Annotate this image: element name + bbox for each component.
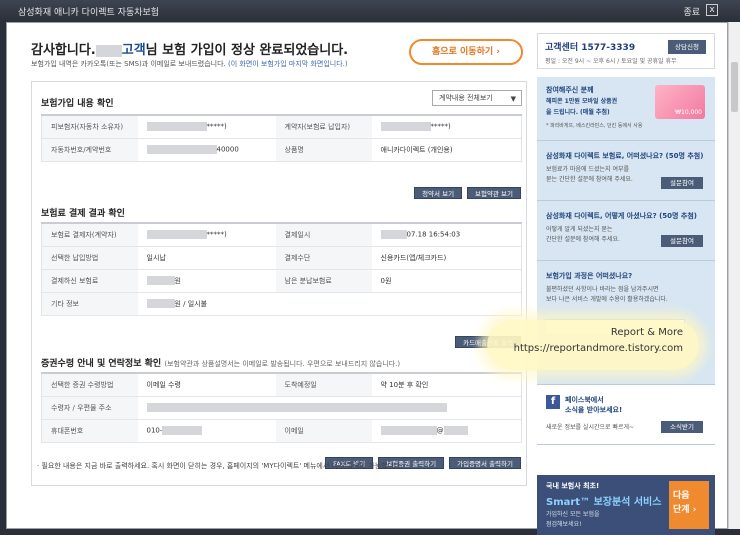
table-row: 피보험자(자동차 소유자) *****) 계약자(보험료 납입자) *****) — [41, 115, 522, 139]
facebook-icon: f — [546, 395, 560, 409]
window-title: 삼성화재 애니카 다이렉트 자동차보험 — [18, 8, 160, 18]
promo-card-gift[interactable]: 참여해주신 분께 해피콘 1만원 모바일 상품권 을 드립니다. (매월 추첨)… — [537, 77, 715, 141]
gift-card-image: ₩10,000 — [655, 85, 705, 119]
consult-request-button[interactable]: 상담신청 — [668, 40, 706, 54]
table-row: 수령자 / 우편물 주소 — [41, 396, 522, 420]
table-row: 기타 정보 원 / 일시불 — [41, 292, 522, 316]
masked-name — [95, 44, 122, 57]
table-row: 자동차번호/계약번호 40000 상품명 애니카다이렉트 (개인용) — [41, 138, 522, 162]
survey-card-channel: 삼성화재 다이렉트, 어떻게 아셨나요? (50명 추첨) 어떻게 알게 되셨는… — [537, 201, 715, 261]
section-title-policy-delivery: 증권수령 안내 및 연락정보 확인 (보험약관과 상품설명서는 이메일로 발송됩… — [41, 359, 401, 369]
section-title-contract: 보험가입 내용 확인 — [41, 99, 114, 109]
window-titlebar: 삼성화재 애니카 다이렉트 자동차보험 종료 x — [0, 0, 740, 22]
contract-table: 피보험자(자동차 소유자) *****) 계약자(보험료 납입자) *****)… — [41, 114, 522, 162]
contract-view-select[interactable]: 계약내용 전체보기 ▼ — [432, 90, 522, 106]
home-button[interactable]: 홈으로 이동하기 › — [409, 39, 523, 65]
close-icon[interactable]: x — [706, 4, 718, 16]
survey-button-1[interactable]: 설문참여 — [661, 177, 703, 189]
call-center-box: 고객센터 1577-3339 평일 : 오전 9시 ~ 오후 6시 / 토요일 … — [537, 33, 715, 69]
call-center-hours: 평일 : 오전 9시 ~ 오후 6시 / 토요일 및 공휴일 휴무 — [545, 58, 677, 65]
print-certificate-button[interactable]: 가입증명서 출력하기 — [449, 457, 521, 469]
section-title-payment: 보험료 결제 결과 확인 — [41, 209, 125, 219]
survey-button-2[interactable]: 설문참여 — [661, 235, 703, 247]
survey-card-price: 삼성화재 다이렉트 보험료, 어떠셨나요? (50명 추첨) 보험료가 마음에 … — [537, 141, 715, 201]
table-row: 결제하신 보험료 원 남은 분납보험료 0원 — [41, 269, 522, 293]
view-terms-button[interactable]: 보험약관 보기 — [467, 187, 521, 199]
table-row: 휴대폰번호 010- 이메일 @ — [41, 419, 522, 443]
page-subtitle: 보험가입 내역은 카카오톡(또는 SMS)과 이메일로 보내드렸습니다. (이 … — [31, 60, 348, 68]
close-label[interactable]: 종료 — [683, 5, 700, 18]
table-row: 선택한 납입방법 일시납 결제수단 신용카드(앱/체크카드) — [41, 246, 522, 270]
scrollbar-thumb[interactable] — [731, 62, 738, 112]
payment-table: 보험료 결제자(계약자) *****) 결제일시 07.18 16:54:03 … — [41, 222, 522, 316]
subscribe-news-button[interactable]: 소식받기 — [661, 421, 703, 433]
content-panel: 보험가입 내용 확인 계약내용 전체보기 ▼ 피보험자(자동차 소유자) ***… — [31, 81, 527, 486]
table-row: 보험료 결제자(계약자) *****) 결제일시 07.18 16:54:03 — [41, 223, 522, 247]
delivery-table: 선택한 증권 수령방법 이메일 수령 도착예정일 약 10분 후 확인 수령자 … — [41, 372, 522, 443]
page-title: 감사합니다. 고객님 보험 가입이 정상 완료되었습니다. — [31, 43, 349, 58]
vertical-scrollbar[interactable] — [728, 22, 740, 529]
watermark: Report & More https://reportandmore.tist… — [487, 320, 699, 370]
table-row: 선택한 증권 수령방법 이메일 수령 도착예정일 약 10분 후 확인 — [41, 373, 522, 397]
contract-buttons: 청약서 보기 보험약관 보기 — [414, 187, 521, 199]
chevron-down-icon: ▼ — [510, 95, 516, 103]
facebook-card: f 페이스북에서 소식을 받아보세요! 새로운 정보를 실시간으로 빠르게~ 소… — [537, 385, 715, 445]
next-step-button[interactable]: 다음 단계 › — [669, 481, 709, 529]
smart-analysis-banner[interactable]: 국내 보험사 최초! Smart™ 보장분석 서비스 가입하신 모든 보험을 점… — [537, 475, 715, 535]
main-window: 감사합니다. 고객님 보험 가입이 정상 완료되었습니다. 보험가입 내역은 카카… — [6, 22, 728, 535]
call-center-label: 고객센터 1577-3339 — [545, 43, 636, 53]
view-application-button[interactable]: 청약서 보기 — [414, 187, 463, 199]
footer-note: · 필요한 내용은 지금 바로 출력하세요. 혹시 화면이 닫히는 경우, 홈페… — [37, 462, 403, 470]
